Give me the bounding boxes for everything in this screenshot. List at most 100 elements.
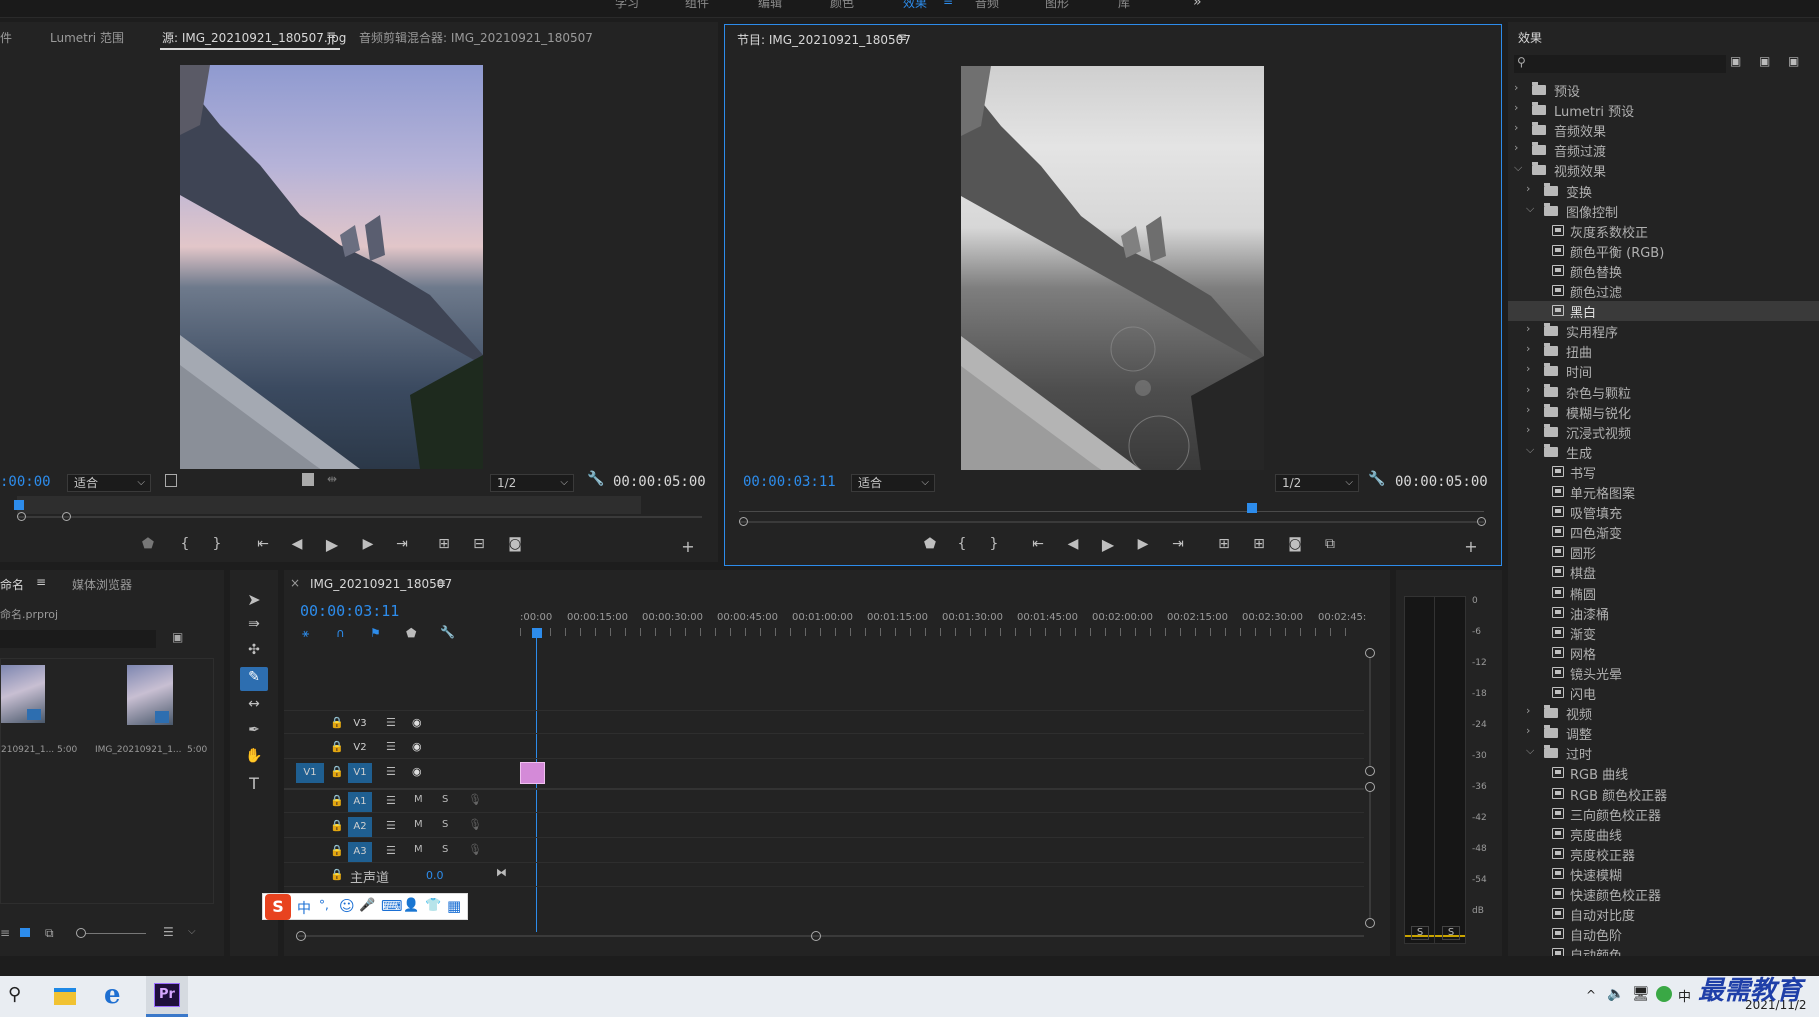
chevron-right-icon[interactable]: ›	[1526, 403, 1530, 416]
effects-item-row[interactable]: 自动对比度	[1508, 904, 1808, 924]
marker-tool-icon[interactable]	[302, 473, 314, 486]
effects-folder-row[interactable]: ⌵ 过时	[1508, 743, 1808, 763]
chevron-right-icon[interactable]: ›	[1526, 362, 1530, 375]
wrench-icon[interactable]: 🔧	[587, 471, 604, 487]
master-volume-value[interactable]: 0.0	[426, 869, 444, 882]
mute-button[interactable]: M	[414, 794, 423, 805]
effects-item-row[interactable]: 单元格图案	[1508, 482, 1808, 502]
source-fit-select[interactable]: 适合 ⌵	[67, 474, 151, 492]
sync-lock-icon[interactable]: ☰	[386, 794, 396, 807]
effects-folder-row[interactable]: › 音频效果	[1508, 120, 1808, 140]
sync-lock-icon[interactable]: ☰	[386, 740, 396, 753]
ime-keyboard-icon[interactable]: ⌨	[381, 897, 403, 915]
meter-solo-left[interactable]: S	[1411, 926, 1429, 940]
source-tab-menu-icon[interactable]: ≡	[326, 28, 336, 42]
button-editor-plus-icon[interactable]: +	[1461, 537, 1481, 556]
tab-media-browser[interactable]: 媒体浏览器	[72, 576, 132, 593]
effects-item-row[interactable]: 颜色替换	[1508, 261, 1808, 281]
effects-item-row[interactable]: 自动颜色	[1508, 944, 1808, 956]
sync-lock-icon[interactable]: ☰	[386, 765, 396, 778]
slip-tool-icon[interactable]: ↔	[244, 696, 264, 712]
sort-icon[interactable]: ☰	[163, 925, 174, 939]
step-back-icon[interactable]: ◀	[1063, 536, 1083, 552]
play-icon[interactable]: ▶	[322, 535, 342, 554]
meter-solo-right[interactable]: S	[1442, 926, 1460, 940]
ime-emoji-icon[interactable]: ☺	[339, 897, 355, 915]
overwrite-icon[interactable]: ⊟	[469, 536, 489, 552]
lock-icon[interactable]: 🔒	[330, 765, 344, 778]
drag-handle-icon[interactable]: ⇹	[327, 472, 337, 486]
source-patch-v1[interactable]: V1	[296, 763, 324, 783]
zoom-slider-track[interactable]	[86, 933, 146, 934]
lock-icon[interactable]: 🔒	[330, 740, 344, 753]
chevron-right-icon[interactable]: ›	[1526, 704, 1530, 717]
timeline-playhead-marker[interactable]	[532, 628, 542, 638]
go-to-in-icon[interactable]: ⇤	[253, 536, 273, 552]
program-timecode-current[interactable]: 00:00:03:11	[743, 474, 836, 490]
solo-button[interactable]: S	[442, 794, 448, 805]
effects-item-row[interactable]: 灰度系数校正	[1508, 221, 1808, 241]
effects-item-row[interactable]: 三向颜色校正器	[1508, 804, 1808, 824]
step-forward-icon[interactable]: ▶	[358, 536, 378, 552]
program-playhead[interactable]	[1247, 503, 1257, 513]
timeline-timecode[interactable]: 00:00:03:11	[300, 602, 399, 620]
effects-item-row[interactable]: 颜色过滤	[1508, 281, 1808, 301]
menu-editing[interactable]: 编辑	[758, 0, 782, 11]
track-label-v2[interactable]: V2	[348, 738, 372, 758]
microphone-icon[interactable]: 🎙	[468, 843, 482, 856]
track-label-a2[interactable]: A2	[348, 817, 372, 837]
timeline-hscroll-right[interactable]	[811, 931, 821, 941]
search-icon[interactable]: ⚲	[8, 984, 21, 1005]
track-label-a3[interactable]: A3	[348, 842, 372, 862]
accelerated-effects-icon[interactable]: ▣	[1730, 54, 1741, 68]
insert-icon[interactable]: ⊞	[434, 536, 454, 552]
effects-folder-row[interactable]: › Lumetri 预设	[1508, 100, 1808, 120]
timeline-ruler[interactable]: :00:00 00:00:15:00 00:00:30:00 00:00:45:…	[520, 612, 1366, 638]
32bit-effects-icon[interactable]: ▣	[1759, 54, 1770, 68]
effects-folder-row[interactable]: › 扭曲	[1508, 341, 1808, 361]
program-fit-select[interactable]: 适合 ⌵	[851, 474, 935, 492]
chevron-down-icon[interactable]: ⌵	[188, 926, 196, 937]
lock-icon[interactable]: 🔒	[330, 844, 344, 857]
list-view-icon[interactable]: ≡	[0, 926, 10, 940]
sync-lock-icon[interactable]: ☰	[386, 819, 396, 832]
effects-folder-row[interactable]: › 沉浸式视频	[1508, 422, 1808, 442]
chevron-right-icon[interactable]: ›	[1526, 423, 1530, 436]
button-editor-plus-icon[interactable]: +	[678, 537, 698, 556]
tab-project-partial[interactable]: 件	[0, 29, 12, 46]
effects-item-row[interactable]: 椭圆	[1508, 583, 1808, 603]
solo-button[interactable]: S	[442, 819, 448, 830]
timeline-vertical-scroll-top[interactable]	[1365, 648, 1375, 658]
source-time-ruler[interactable]	[17, 496, 641, 514]
chevron-right-icon[interactable]: ›	[1514, 141, 1518, 154]
go-to-in-icon[interactable]: ⇤	[1028, 536, 1048, 552]
video-clip[interactable]	[520, 762, 545, 784]
ime-account-icon[interactable]: 👤	[403, 898, 419, 913]
eye-icon[interactable]: ◉	[412, 765, 422, 778]
effects-folder-row[interactable]: ⌵ 图像控制	[1508, 201, 1808, 221]
chevron-right-icon[interactable]: ›	[1514, 101, 1518, 114]
project-tab-menu-icon[interactable]: ≡	[36, 575, 46, 589]
tab-source[interactable]: 源: IMG_20210921_180507.jpg	[162, 29, 346, 46]
chevron-right-icon[interactable]: ›	[1514, 121, 1518, 134]
microphone-icon[interactable]: 🎙	[468, 818, 482, 831]
go-to-out-icon[interactable]: ⇥	[1168, 536, 1188, 552]
hand-tool-icon[interactable]: ✋	[244, 748, 264, 764]
menu-effects-hamburger[interactable]: ≡	[943, 0, 953, 8]
chevron-down-icon[interactable]: ⌵	[1526, 443, 1534, 457]
wrench-icon[interactable]: 🔧	[1368, 471, 1385, 487]
extract-icon[interactable]: ⊞	[1249, 536, 1269, 552]
wrench-icon[interactable]: 🔧	[440, 625, 455, 639]
volume-icon[interactable]: 🔈	[1607, 986, 1624, 1002]
program-zoom-handle-left[interactable]	[739, 517, 748, 526]
type-tool-icon[interactable]: T	[244, 774, 264, 793]
zoom-slider-handle[interactable]	[76, 928, 86, 938]
mark-out-icon[interactable]: }	[984, 536, 1004, 552]
tab-sequence[interactable]: IMG_20210921_180507	[310, 577, 452, 591]
linked-selection-icon[interactable]: ⚑	[370, 626, 381, 640]
file-explorer-icon[interactable]	[54, 988, 76, 1005]
export-frame-icon[interactable]: ◙	[1285, 536, 1305, 552]
tray-chevron-up-icon[interactable]: ^	[1586, 988, 1596, 1002]
microphone-icon[interactable]: 🎙	[468, 793, 482, 806]
tab-lumetri-scopes[interactable]: Lumetri 范围	[50, 29, 124, 46]
